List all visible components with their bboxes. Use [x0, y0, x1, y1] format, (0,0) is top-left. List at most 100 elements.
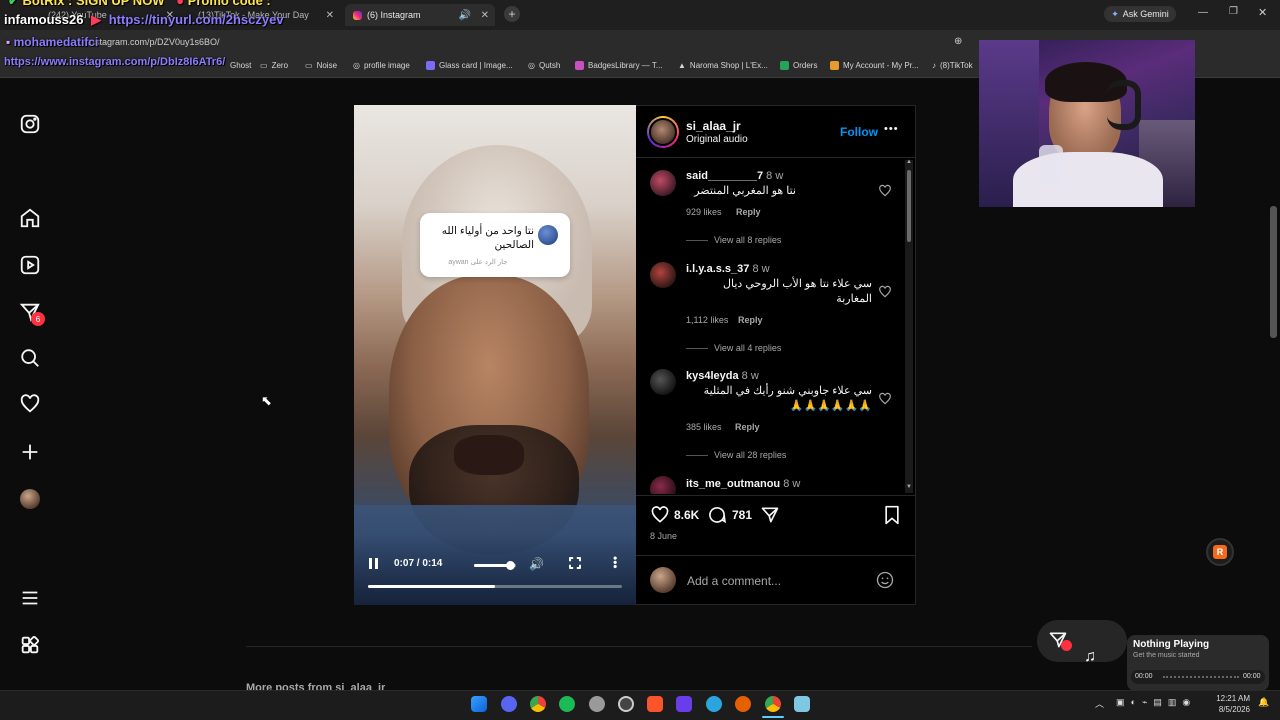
author-avatar-ring[interactable]: [647, 116, 679, 148]
bookmark-zero[interactable]: ▭ Zero: [260, 61, 288, 70]
tray-chevron-icon[interactable]: ︿: [1095, 697, 1104, 710]
comment-username[interactable]: i.l.y.a.s.s_37 8 w: [686, 263, 770, 275]
comment-username[interactable]: its_me_outmanou 8 w: [686, 478, 800, 490]
comment-username[interactable]: kys4leyda 8 w: [686, 370, 759, 382]
comment-like-icon[interactable]: [878, 184, 892, 198]
save-bookmark-icon[interactable]: [883, 505, 901, 525]
ask-gemini-button[interactable]: ✦ Ask Gemini: [1104, 6, 1176, 22]
app-purple-icon[interactable]: [676, 696, 692, 712]
share-icon[interactable]: [760, 505, 780, 525]
messages-pill[interactable]: [1037, 620, 1127, 662]
like-count[interactable]: 8.6K: [674, 508, 699, 522]
close-icon[interactable]: ✕: [481, 10, 489, 21]
pause-icon[interactable]: [369, 558, 379, 570]
volume-slider[interactable]: [474, 561, 516, 570]
close-window-icon[interactable]: ✕: [1258, 6, 1267, 19]
instagram-logo-icon[interactable]: [18, 112, 42, 136]
home-icon[interactable]: [18, 206, 42, 230]
view-replies-button[interactable]: View all 28 replies: [686, 450, 786, 460]
zoom-icon[interactable]: ⊕: [954, 36, 962, 47]
comment-likes[interactable]: 929 likes: [686, 207, 722, 217]
bookmark-noise[interactable]: ▭ Noise: [305, 61, 337, 70]
app-window-icon[interactable]: [794, 696, 810, 712]
music-toast[interactable]: Nothing Playing Get the music started 00…: [1127, 635, 1269, 691]
new-tab-button[interactable]: +: [504, 6, 520, 22]
extension-float-button[interactable]: R: [1206, 538, 1234, 566]
comment-reply-button[interactable]: Reply: [736, 207, 761, 217]
bookmark-my-account[interactable]: My Account - My Pr...: [830, 61, 919, 70]
bookmark-tiktok[interactable]: ♪ (8)TikTok: [932, 61, 973, 70]
more-options-icon[interactable]: •••: [884, 123, 899, 135]
comment-likes[interactable]: 1,112 likes: [686, 315, 728, 325]
comment-text: المغاربة: [836, 293, 872, 305]
bookmark-badges-library[interactable]: BadgesLibrary — T...: [575, 61, 663, 70]
bookmark-naroma-shop[interactable]: ▲ Naroma Shop | L'Ex...: [678, 61, 768, 70]
comment-username[interactable]: said________7 8 w: [686, 170, 783, 182]
comments-scrollbar[interactable]: [905, 160, 913, 493]
profile-avatar[interactable]: [20, 489, 40, 509]
author-username[interactable]: si_alaa_jr: [686, 119, 741, 133]
app-icon[interactable]: [618, 696, 634, 712]
minimize-icon[interactable]: —: [1198, 7, 1208, 18]
comment-avatar[interactable]: [650, 262, 676, 288]
view-replies-button[interactable]: View all 4 replies: [686, 343, 781, 353]
scroll-up-icon[interactable]: ▲: [906, 159, 912, 165]
bookmark-ghost[interactable]: Ghost: [230, 61, 251, 70]
add-comment-input[interactable]: Add a comment...: [687, 574, 781, 588]
spotify-icon[interactable]: [559, 696, 575, 712]
bookmark-glass-card[interactable]: Glass card | Image...: [426, 61, 513, 70]
telegram-icon[interactable]: [706, 696, 722, 712]
comment-like-icon[interactable]: [878, 285, 892, 299]
comment-like-icon[interactable]: [878, 392, 892, 406]
menu-icon[interactable]: [18, 586, 42, 610]
bookmark-label: My Account - My Pr...: [843, 61, 919, 70]
chrome-icon[interactable]: [530, 696, 546, 712]
speaker-icon[interactable]: 🔊: [459, 10, 471, 21]
comment-likes[interactable]: 385 likes: [686, 422, 722, 432]
like-heart-icon[interactable]: [650, 505, 670, 525]
discord-icon[interactable]: [501, 696, 517, 712]
comment-avatar[interactable]: [650, 170, 676, 196]
comment-reply-button[interactable]: Reply: [735, 422, 760, 432]
video-progress-bar[interactable]: [368, 585, 622, 588]
emoji-icon[interactable]: [875, 570, 895, 590]
volume-knob[interactable]: [505, 561, 515, 570]
scroll-down-icon[interactable]: ▼: [906, 484, 912, 490]
view-replies-button[interactable]: View all 8 replies: [686, 235, 781, 245]
create-plus-icon[interactable]: [18, 440, 42, 464]
comment-reply-button[interactable]: Reply: [738, 315, 763, 325]
maximize-icon[interactable]: ❐: [1229, 6, 1238, 17]
chrome-active-icon[interactable]: [765, 696, 781, 712]
notification-bell-icon[interactable]: 🔔: [1258, 697, 1269, 708]
post-date[interactable]: 8 June: [650, 531, 677, 541]
reels-icon[interactable]: [18, 253, 42, 277]
url-text[interactable]: instagram.com/p/DZV0uy1s6BO/: [88, 37, 220, 47]
close-icon[interactable]: ✕: [326, 10, 334, 21]
search-icon[interactable]: [18, 346, 42, 370]
clock[interactable]: 12:21 AM 8/5/2026: [1208, 693, 1250, 715]
windows-start-icon[interactable]: [471, 696, 487, 712]
scrollbar-thumb[interactable]: [907, 170, 911, 242]
notifications-heart-icon[interactable]: [18, 392, 42, 416]
bookmark-orders[interactable]: Orders: [780, 61, 817, 70]
comment-avatar[interactable]: [650, 476, 676, 494]
volume-icon[interactable]: 🔊: [529, 557, 544, 571]
page-scrollbar-thumb[interactable]: [1270, 206, 1277, 338]
comment-bubble-icon[interactable]: [707, 505, 727, 525]
comment-count[interactable]: 781: [732, 508, 752, 522]
bookmark-profile-image[interactable]: ◎ profile image: [353, 61, 410, 70]
tray-icons[interactable]: ▣◐⌁▤▥◉: [1116, 697, 1196, 708]
messages-badge: 6: [31, 312, 45, 326]
bookmark-qutsh[interactable]: ◎ Qutsh: [528, 61, 560, 70]
brave-icon[interactable]: [647, 696, 663, 712]
video-more-icon[interactable]: •••: [608, 556, 622, 569]
post-video[interactable]: نتا واحد من أولياء الله الصالحين جار الر…: [354, 105, 636, 605]
music-progress-bar[interactable]: 00:00 00:00: [1131, 670, 1265, 684]
obs-icon[interactable]: [589, 696, 605, 712]
also-from-meta-icon[interactable]: [18, 633, 42, 657]
comment-avatar[interactable]: [650, 369, 676, 395]
firefox-icon[interactable]: [735, 696, 751, 712]
follow-button[interactable]: Follow: [840, 125, 878, 139]
tab-instagram[interactable]: (6) Instagram 🔊 ✕: [345, 4, 495, 26]
original-audio-link[interactable]: Original audio: [686, 134, 748, 145]
